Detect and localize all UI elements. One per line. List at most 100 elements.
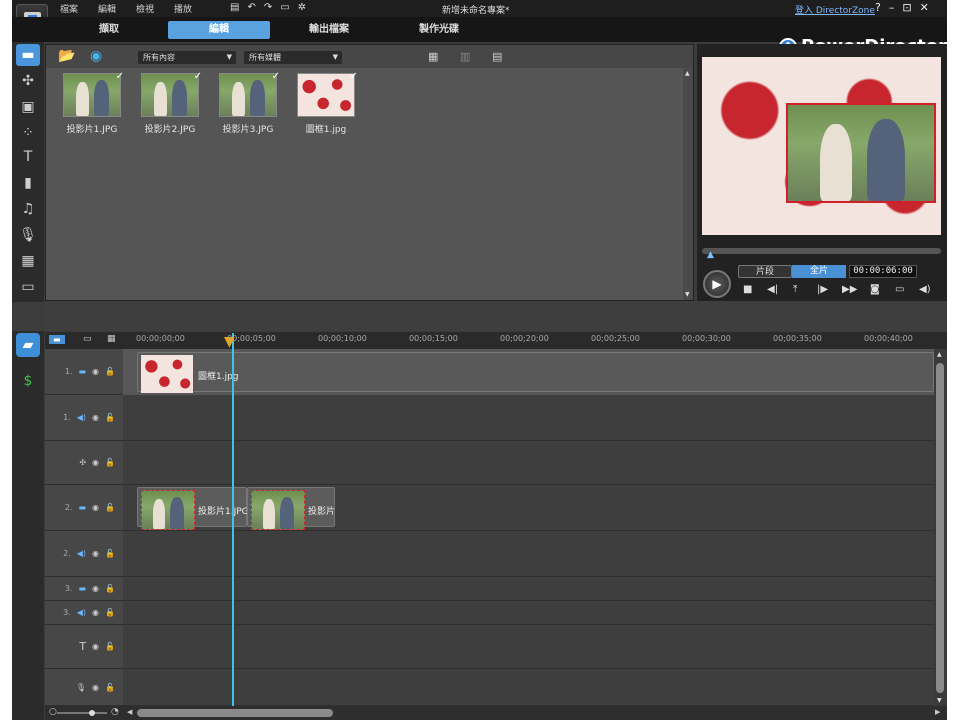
scroll-down-icon[interactable]: ▼	[937, 697, 942, 704]
effect-room-icon[interactable]: ✣	[16, 70, 40, 92]
transition-room-icon[interactable]: ▮	[16, 172, 40, 194]
lock-icon[interactable]: 🔓	[105, 642, 115, 651]
movie-mode-button[interactable]: 全片	[792, 265, 846, 278]
scroll-up-icon[interactable]: ▲	[937, 351, 942, 358]
eye-icon[interactable]: ◉	[92, 503, 99, 512]
lock-icon[interactable]: 🔓	[105, 584, 115, 593]
zoom-fit-icon[interactable]: ◔	[111, 707, 119, 717]
lock-icon[interactable]: 🔓	[105, 458, 115, 467]
pip-room-icon[interactable]: ▣	[16, 96, 40, 118]
scroll-thumb[interactable]	[137, 709, 333, 717]
directorzone-login-link[interactable]: 登入 DirectorZone	[795, 3, 875, 16]
playhead-marker-icon[interactable]: ▼	[224, 334, 235, 350]
eye-icon[interactable]: ◉	[92, 683, 99, 692]
quick-toolbar: ▤ ↶ ↷ ▭ ✲	[230, 2, 306, 13]
eye-icon[interactable]: ◉	[92, 549, 99, 558]
grid-view-icon[interactable]: ▦	[428, 50, 438, 63]
take-snapshot-frame-icon[interactable]: ⤒	[793, 284, 797, 295]
import-folder-icon[interactable]: 📂	[58, 48, 75, 64]
panel-splitter[interactable]	[45, 301, 947, 331]
timeline-view-toggle[interactable]: ▬	[49, 335, 65, 344]
eye-icon[interactable]: ◉	[92, 642, 99, 651]
next-frame-icon[interactable]: |▶	[817, 284, 828, 295]
scrubber-knob-icon[interactable]: ▲	[707, 250, 714, 260]
previous-frame-icon[interactable]: ◀|	[767, 284, 778, 295]
aspect-ratio-icon[interactable]: ▭	[280, 2, 289, 13]
timeline-clip[interactable]: 投影片1.JPG	[137, 487, 249, 530]
timeline-clip[interactable]: 投影片	[247, 487, 335, 530]
undo-icon[interactable]: ↶	[247, 2, 255, 13]
scroll-down-icon[interactable]: ▼	[685, 291, 690, 298]
download-media-icon[interactable]: ◉	[90, 48, 102, 64]
fast-forward-icon[interactable]: ▶▶	[842, 284, 857, 295]
media-filter-dropdown[interactable]: 所有媒體 ▼	[244, 51, 342, 64]
timecode-display[interactable]: 00:00:06:00	[849, 265, 917, 278]
tab-capture[interactable]: 擷取	[58, 21, 160, 39]
chapter-room-icon[interactable]: ▦	[16, 250, 40, 272]
minimize-button[interactable]: –	[889, 1, 895, 14]
lock-icon[interactable]: 🔓	[105, 683, 115, 692]
scene-detect-icon[interactable]: ▥	[460, 50, 470, 63]
scroll-right-icon[interactable]: ▶	[935, 708, 940, 716]
scroll-up-icon[interactable]: ▲	[685, 70, 690, 77]
camera-snapshot-icon[interactable]: ◙	[870, 284, 880, 295]
menu-view[interactable]: 檢視	[136, 2, 174, 15]
external-display-icon[interactable]: ▭	[895, 284, 904, 295]
zoom-slider-knob[interactable]	[89, 710, 95, 716]
lock-icon[interactable]: 🔓	[105, 503, 115, 512]
eye-icon[interactable]: ◉	[92, 413, 99, 422]
content-filter-dropdown[interactable]: 所有內容 ▼	[138, 51, 236, 64]
menu-edit[interactable]: 編輯	[98, 2, 136, 15]
particle-room-icon[interactable]: ⁘	[16, 122, 40, 144]
lock-icon[interactable]: 🔓	[105, 608, 115, 617]
eye-icon[interactable]: ◉	[92, 367, 99, 376]
media-room-icon[interactable]: ▬	[16, 44, 40, 66]
restore-button[interactable]: ⊡	[902, 1, 911, 14]
timeline-vertical-scrollbar[interactable]: ▲ ▼	[934, 349, 947, 706]
preview-scrubber[interactable]	[702, 248, 941, 254]
lock-icon[interactable]: 🔓	[105, 549, 115, 558]
scroll-left-icon[interactable]: ◀	[127, 708, 132, 716]
eye-icon[interactable]: ◉	[92, 584, 99, 593]
library-item[interactable]: ✓ 投影片1.JPG	[62, 71, 124, 135]
tab-produce[interactable]: 輸出檔案	[278, 21, 380, 39]
redo-icon[interactable]: ↷	[264, 2, 272, 13]
subtitle-room-icon[interactable]: ▭	[16, 276, 40, 298]
audio-mixing-icon[interactable]: ♫	[16, 198, 40, 220]
library-scrollbar[interactable]: ▲ ▼	[683, 68, 693, 300]
play-button[interactable]: ▶	[703, 270, 731, 298]
help-button[interactable]: ?	[875, 1, 881, 14]
library-item[interactable]: ✓ 投影片2.JPG	[140, 71, 202, 135]
menu-playback[interactable]: 播放	[174, 2, 212, 15]
storyboard-view-icon[interactable]: ▭	[83, 334, 92, 344]
scroll-thumb[interactable]	[936, 363, 944, 693]
clip-mode-button[interactable]: 片段	[738, 265, 792, 278]
library-item[interactable]: ✓ 投影片3.JPG	[218, 71, 280, 135]
stop-icon[interactable]: ■	[743, 284, 752, 295]
eye-icon[interactable]: ◉	[92, 458, 99, 467]
clip-thumbnail	[141, 490, 195, 530]
zoom-slider[interactable]	[57, 712, 107, 714]
voiceover-icon[interactable]: 🎙	[16, 224, 40, 246]
title-room-icon[interactable]: T	[16, 146, 40, 168]
settings-gear-icon[interactable]: ✲	[298, 2, 306, 13]
eye-icon[interactable]: ◉	[92, 608, 99, 617]
library-item[interactable]: ✓ 圖框1.jpg	[296, 71, 358, 135]
magic-tools-icon[interactable]: $	[16, 369, 40, 393]
timeline-ruler[interactable]: ▬ ▭ ▦ 00;00;00;00 00;00;05;00 00;00;10;0…	[45, 332, 947, 349]
playhead-line[interactable]	[232, 333, 234, 707]
menu-file[interactable]: 檔案	[60, 2, 98, 15]
lock-icon[interactable]: 🔓	[105, 413, 115, 422]
timeline-horizontal-scrollbar[interactable]: ○ ◔ ◀ ▶	[45, 706, 947, 720]
lock-icon[interactable]: 🔓	[105, 367, 115, 376]
timeline-view-icon[interactable]: ▰	[16, 333, 40, 357]
insert-to-timeline-icon[interactable]: ▤	[492, 50, 502, 63]
save-icon[interactable]: ▤	[230, 2, 239, 13]
volume-icon[interactable]: ◀)	[919, 284, 931, 295]
timeline-clip[interactable]: 圖框1.jpg	[137, 352, 934, 393]
tab-create-disc[interactable]: 製作光碟	[388, 21, 490, 39]
close-button[interactable]: ✕	[920, 1, 929, 14]
zoom-out-icon[interactable]: ○	[49, 707, 57, 717]
tab-edit[interactable]: 編輯	[168, 21, 270, 39]
track-manager-icon[interactable]: ▦	[107, 334, 116, 344]
